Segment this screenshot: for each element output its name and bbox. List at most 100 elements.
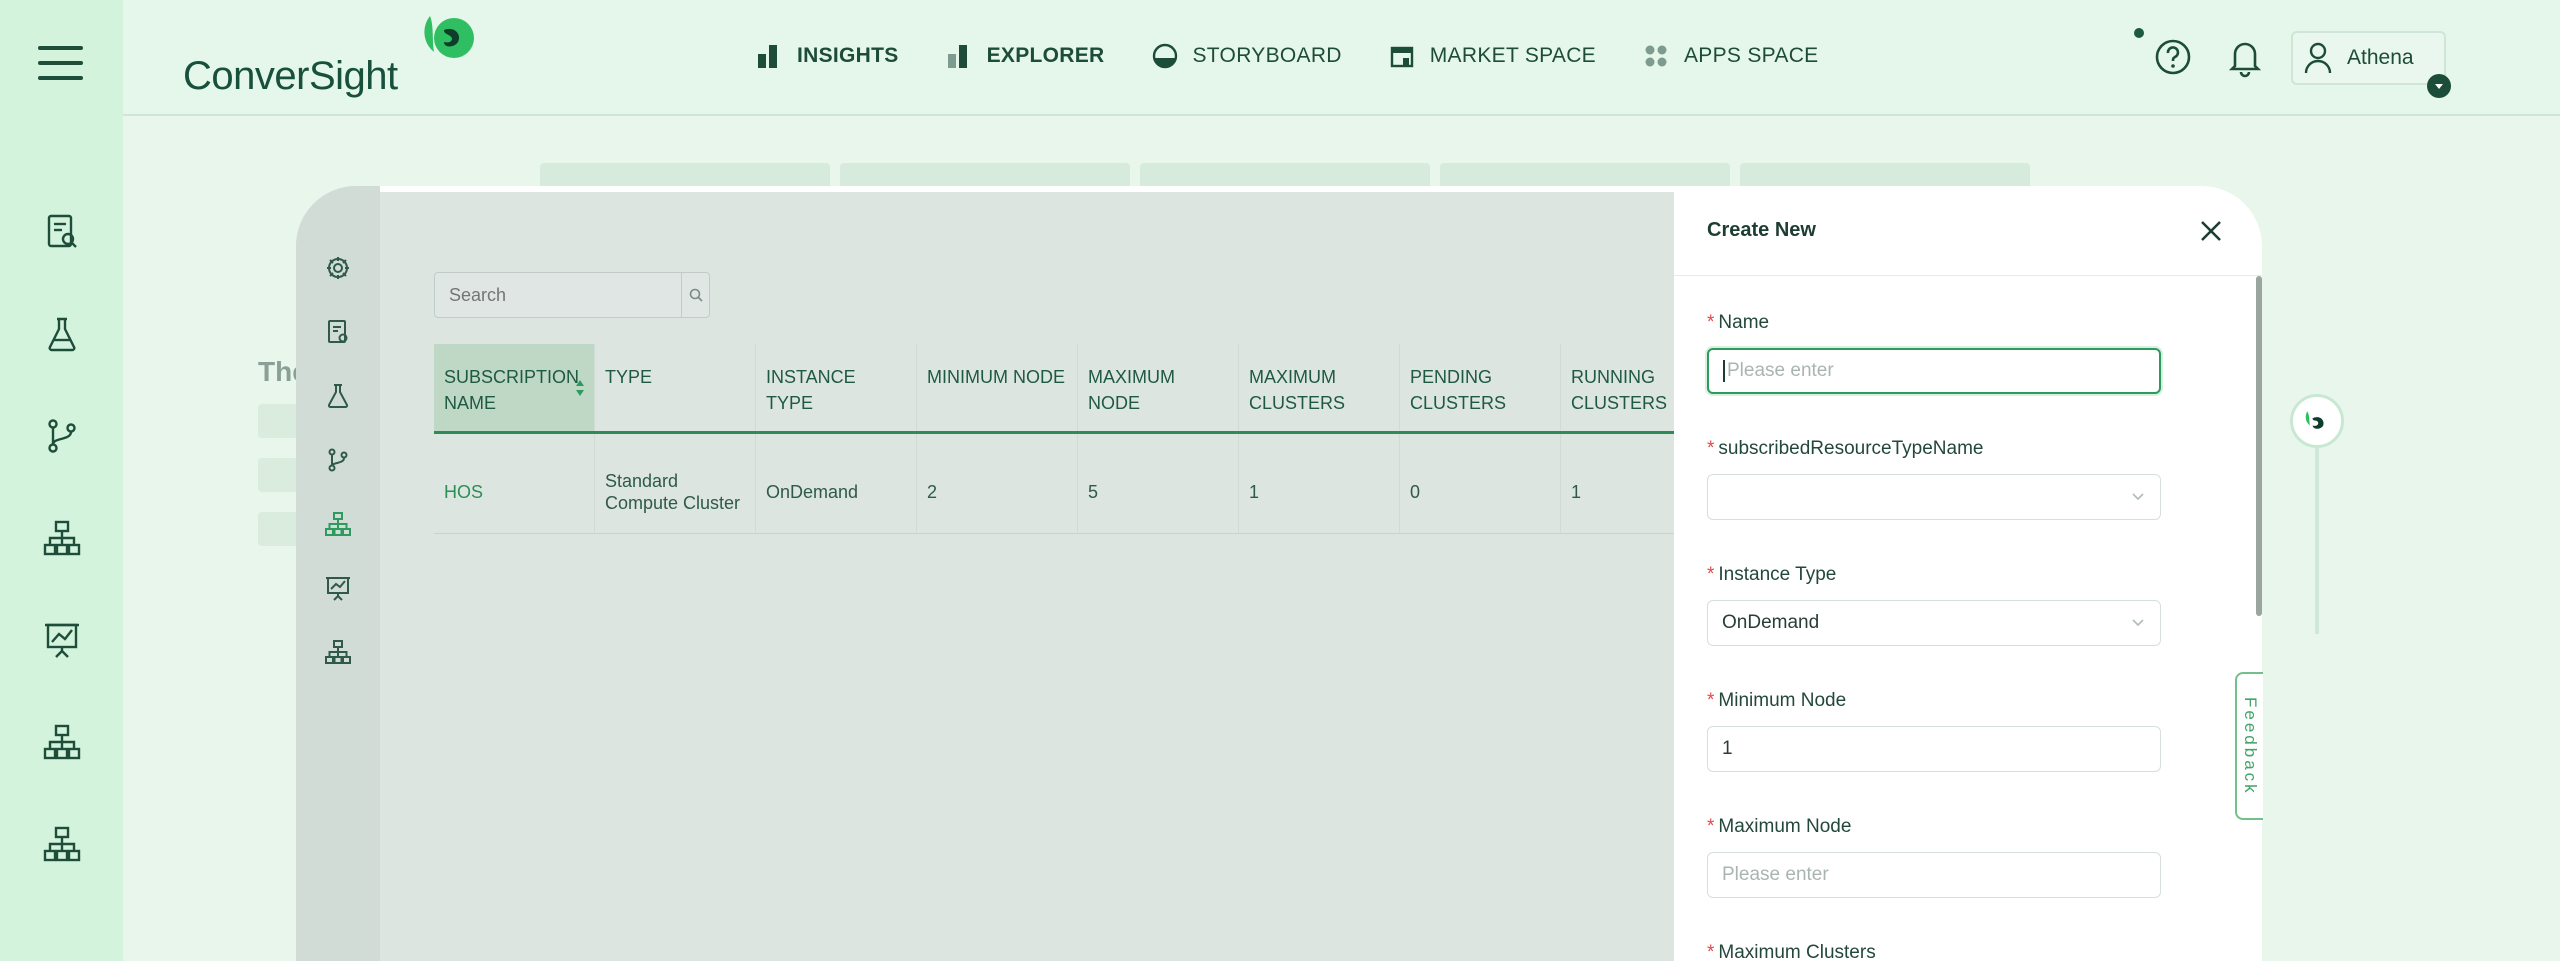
search-box	[434, 272, 710, 318]
search-input[interactable]	[435, 273, 681, 317]
conversight-logo[interactable]: ConverSight	[183, 12, 474, 102]
cell-maximum-clusters: 1	[1239, 434, 1400, 533]
create-new-drawer: Create New * Name Please enter * subscribe…	[1674, 186, 2262, 961]
instance-type-value: OnDemand	[1722, 612, 1820, 633]
nav-apps-space-label: APPS SPACE	[1683, 44, 1819, 67]
user-menu[interactable]: Athena	[2291, 31, 2446, 85]
nav-explorer-label: EXPLORER	[986, 44, 1105, 67]
chevron-down-icon	[2132, 493, 2144, 501]
flask-icon[interactable]	[324, 382, 352, 410]
col-maximum-clusters[interactable]: MAXIMUM CLUSTERS	[1239, 344, 1400, 431]
instance-type-select[interactable]: OnDemand	[1707, 600, 2161, 646]
git-branch-icon[interactable]	[40, 414, 84, 458]
hierarchy-icon-modal[interactable]	[324, 638, 352, 666]
name-input[interactable]: Please enter	[1707, 348, 2161, 394]
storyboard-icon	[1152, 43, 1177, 69]
col-header-label: RUNNING CLUSTERS	[1571, 367, 1668, 413]
drawer-header: Create New	[1674, 186, 2262, 276]
hierarchy-active-icon[interactable]	[324, 510, 352, 538]
main-nav: INSIGHTS EXPLORER STORYBOARD MARKET SPAC…	[755, 36, 1864, 76]
col-maximum-node[interactable]: MAXIMUM NODE	[1078, 344, 1239, 431]
nav-storyboard[interactable]: STORYBOARD	[1151, 36, 1342, 76]
sort-caret-icon[interactable]	[574, 376, 586, 400]
instance-type-label: * Instance Type	[1707, 564, 1837, 585]
presentation-icon[interactable]	[324, 574, 352, 602]
explorer-icon	[947, 45, 967, 68]
help-icon[interactable]	[2153, 37, 2193, 77]
col-minimum-node[interactable]: MINIMUM NODE	[917, 344, 1078, 431]
nav-storyboard-label: STORYBOARD	[1192, 44, 1342, 67]
cell-instance-type: OnDemand	[756, 434, 917, 533]
branch-icon[interactable]	[324, 446, 352, 474]
left-rail	[0, 0, 123, 961]
drawer-scrollbar[interactable]	[2256, 276, 2262, 616]
search-button[interactable]	[681, 273, 709, 317]
maximum-node-input[interactable]: Please enter	[1707, 852, 2161, 898]
minimum-node-input[interactable]: 1	[1707, 726, 2161, 772]
logo-text: ConverSight	[183, 54, 398, 98]
instance-type-field: * Instance Type OnDemand	[1707, 564, 2163, 646]
search-icon	[689, 288, 703, 302]
cell-subscription-name[interactable]: HOS	[434, 434, 595, 533]
drawer-title: Create New	[1707, 219, 1816, 241]
insights-report-icon[interactable]	[40, 210, 84, 254]
subscription-table: SUBSCRIPTION NAME TYPE INSTANCE TYPE MIN…	[434, 344, 1734, 534]
lab-flask-icon[interactable]	[40, 312, 84, 356]
col-instance-type[interactable]: INSTANCE TYPE	[756, 344, 917, 431]
chevron-down-icon	[2132, 619, 2144, 627]
assistant-widget-icon[interactable]	[2290, 394, 2344, 448]
resource-type-field: * subscribedResourceTypeName	[1707, 438, 2163, 520]
user-name: Athena	[2347, 46, 2414, 69]
nav-insights-label: INSIGHTS	[797, 44, 899, 67]
col-header-label: INSTANCE TYPE	[766, 367, 856, 413]
close-icon[interactable]	[2198, 218, 2224, 244]
report-icon[interactable]	[324, 318, 352, 346]
logo-mark-icon	[424, 16, 474, 58]
col-header-label: SUBSCRIPTION NAME	[444, 367, 580, 413]
hamburger-menu-icon[interactable]	[38, 46, 83, 80]
modal-top-edge	[380, 186, 1680, 192]
feedback-label: Feedback	[2241, 696, 2260, 796]
maximum-clusters-field: * Maximum Clusters	[1707, 942, 2163, 961]
col-type[interactable]: TYPE	[595, 344, 756, 431]
nav-apps-space[interactable]: APPS SPACE	[1642, 36, 1819, 76]
maximum-node-field: * Maximum Node Please enter	[1707, 816, 2163, 898]
cell-maximum-node: 5	[1078, 434, 1239, 533]
col-pending-clusters[interactable]: PENDING CLUSTERS	[1400, 344, 1561, 431]
user-avatar-icon	[2304, 42, 2332, 74]
resource-type-select[interactable]	[1707, 474, 2161, 520]
feedback-tab[interactable]: Feedback	[2235, 672, 2263, 820]
name-placeholder: Please enter	[1723, 360, 1834, 382]
table-row[interactable]: HOS Standard Compute Cluster OnDemand 2 …	[434, 434, 1734, 534]
notification-bell-icon[interactable]	[2225, 34, 2265, 78]
nav-insights[interactable]: INSIGHTS	[755, 36, 899, 76]
col-header-label: MAXIMUM CLUSTERS	[1249, 367, 1346, 413]
table-header-row: SUBSCRIPTION NAME TYPE INSTANCE TYPE MIN…	[434, 344, 1734, 434]
top-header: ConverSight INSIGHTS EXPLORER STORYBOARD…	[123, 0, 2560, 116]
user-dropdown-caret-icon[interactable]	[2427, 74, 2451, 98]
col-header-label: TYPE	[605, 367, 653, 387]
presentation-chart-icon[interactable]	[40, 618, 84, 662]
modal-sidebar	[296, 186, 380, 961]
col-header-label: MINIMUM NODE	[927, 367, 1065, 387]
bar-chart-icon	[758, 45, 777, 68]
maximum-clusters-label: * Maximum Clusters	[1707, 942, 1876, 961]
settings-gear-icon[interactable]	[324, 254, 352, 282]
cell-minimum-node: 2	[917, 434, 1078, 533]
hierarchy-icon-2[interactable]	[40, 720, 84, 764]
nav-market-space[interactable]: MARKET SPACE	[1388, 36, 1596, 76]
hierarchy-icon[interactable]	[40, 516, 84, 560]
minimum-node-value: 1	[1722, 738, 1733, 759]
notification-dot	[2134, 28, 2144, 38]
name-label: * Name	[1707, 312, 1770, 333]
maximum-node-label: * Maximum Node	[1707, 816, 1852, 837]
hierarchy-icon-3[interactable]	[40, 822, 84, 866]
widget-track	[2315, 448, 2319, 634]
col-header-label: PENDING CLUSTERS	[1410, 367, 1507, 413]
nav-explorer[interactable]: EXPLORER	[945, 36, 1105, 76]
col-subscription-name[interactable]: SUBSCRIPTION NAME	[434, 344, 595, 431]
col-header-label: MAXIMUM NODE	[1088, 367, 1175, 413]
minimum-node-field: * Minimum Node 1	[1707, 690, 2163, 772]
apps-icon	[1645, 45, 1667, 67]
cell-type: Standard Compute Cluster	[595, 434, 756, 533]
